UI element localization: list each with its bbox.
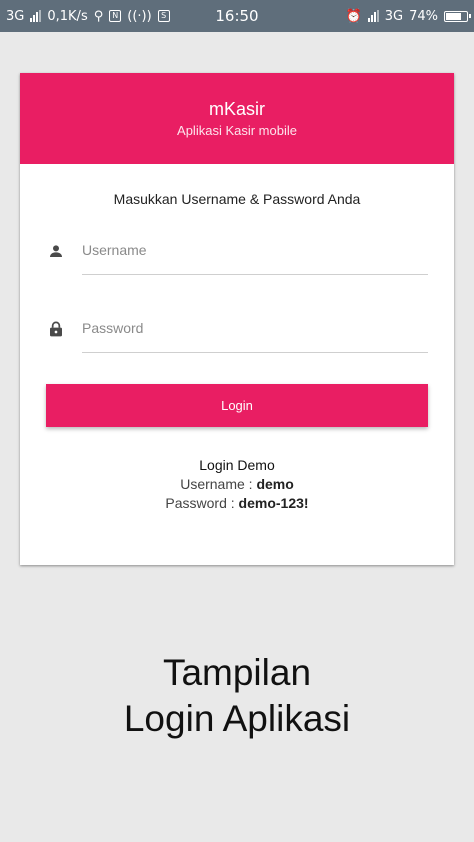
app-title: mKasir bbox=[208, 98, 265, 119]
caption-line-2: Login Aplikasi bbox=[123, 698, 351, 739]
app-subtitle: Aplikasi Kasir mobile bbox=[177, 122, 297, 138]
status-bar-left: 3G 0,1K/s ⚲ N ((·)) S bbox=[6, 0, 170, 32]
demo-credentials: Login Demo Username : demo Password : de… bbox=[20, 456, 454, 513]
network-type-left: 3G bbox=[6, 8, 25, 24]
demo-password: Password : demo-123! bbox=[20, 494, 454, 513]
status-time: 16:50 bbox=[215, 7, 259, 25]
password-row bbox=[46, 313, 428, 353]
password-input[interactable] bbox=[82, 313, 428, 353]
battery-percent: 74% bbox=[409, 8, 438, 24]
username-input[interactable] bbox=[82, 235, 428, 275]
demo-password-value: demo-123! bbox=[238, 495, 309, 511]
network-type-right: 3G bbox=[384, 8, 404, 24]
alarm-icon: ⏰ bbox=[345, 8, 362, 24]
network-speed: 0,1K/s bbox=[47, 8, 88, 24]
battery-icon bbox=[444, 10, 471, 22]
usb-icon: ⚲ bbox=[93, 8, 104, 24]
login-button[interactable]: Login bbox=[46, 384, 428, 427]
login-card: mKasir Aplikasi Kasir mobile Masukkan Us… bbox=[20, 73, 454, 565]
username-row bbox=[46, 235, 428, 275]
person-icon bbox=[46, 241, 66, 261]
status-bar: 3G 0,1K/s ⚲ N ((·)) S 16:50 ⏰ 3G 74% bbox=[0, 0, 474, 32]
demo-password-label: Password : bbox=[165, 495, 239, 511]
status-bar-right: ⏰ 3G 74% bbox=[345, 0, 471, 32]
wifi-calling-icon: ((·)) bbox=[127, 8, 152, 24]
lock-icon bbox=[46, 319, 66, 339]
demo-username-value: demo bbox=[256, 476, 294, 492]
signal-icon bbox=[30, 10, 42, 22]
demo-username-label: Username : bbox=[180, 476, 257, 492]
s-icon: S bbox=[157, 10, 170, 22]
card-header: mKasir Aplikasi Kasir mobile bbox=[20, 73, 454, 164]
caption-line-1: Tampilan bbox=[162, 652, 312, 693]
caption: Tampilan Login Aplikasi bbox=[0, 650, 474, 742]
nfc-icon: N bbox=[109, 10, 122, 22]
demo-username: Username : demo bbox=[20, 475, 454, 494]
login-instruction: Masukkan Username & Password Anda bbox=[113, 191, 361, 207]
demo-title: Login Demo bbox=[199, 457, 275, 473]
signal-icon bbox=[367, 10, 379, 22]
